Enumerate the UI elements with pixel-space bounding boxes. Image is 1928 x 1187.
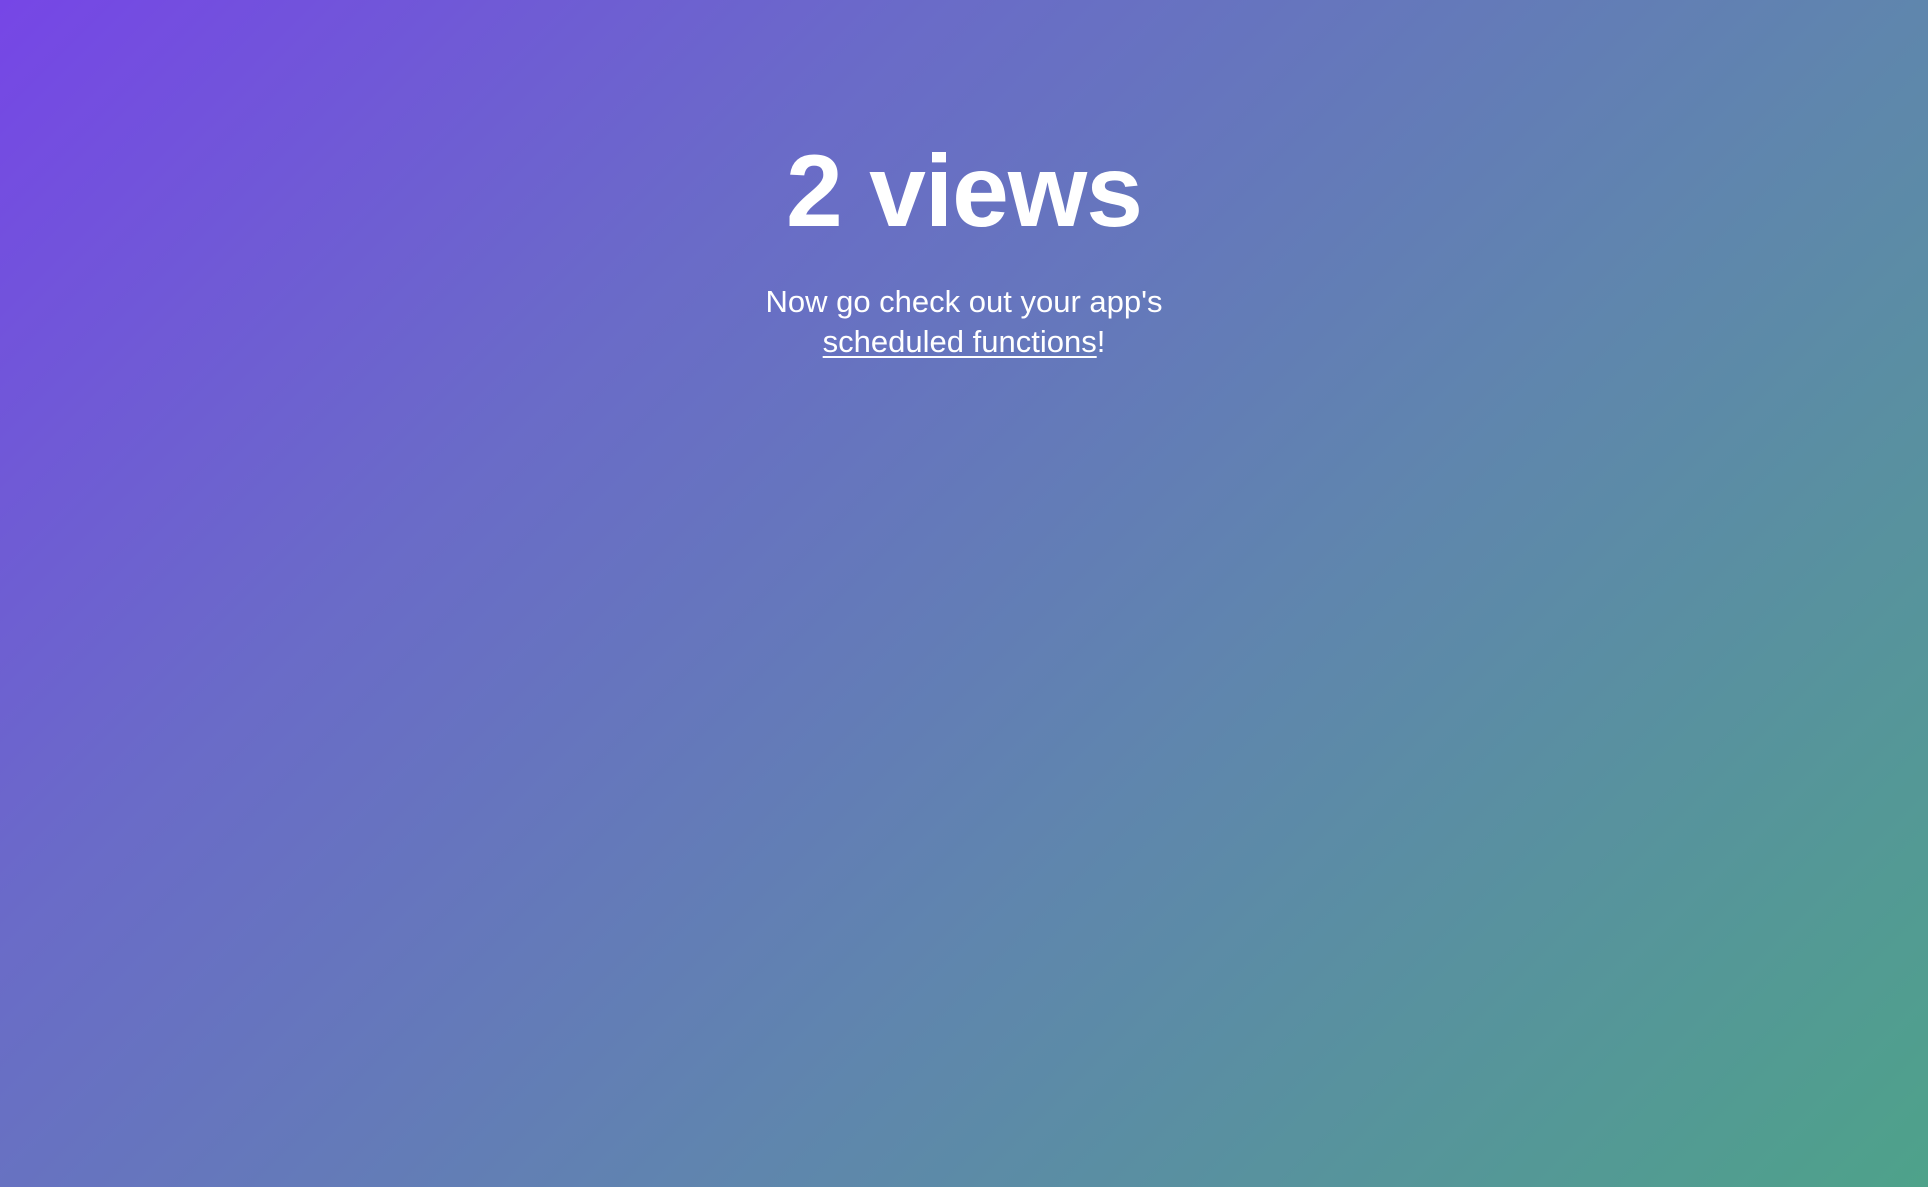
instruction-message: Now go check out your app's scheduled fu… [744, 282, 1184, 362]
page-background: 2 views Now go check out your app's sche… [0, 0, 1928, 1187]
hero-section: 2 views Now go check out your app's sche… [0, 140, 1928, 362]
scheduled-functions-link[interactable]: scheduled functions [823, 324, 1097, 359]
instruction-prefix: Now go check out your app's [765, 284, 1163, 319]
instruction-suffix: ! [1096, 324, 1106, 359]
view-count-heading: 2 views [786, 134, 1143, 248]
